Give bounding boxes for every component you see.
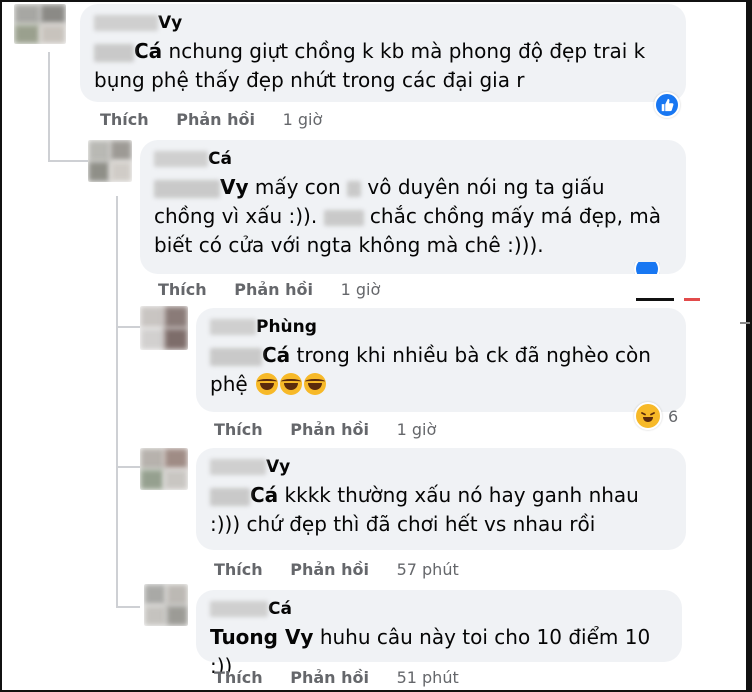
comment-timestamp[interactable]: 51 phút bbox=[397, 668, 459, 687]
mention-tag[interactable]: Cá bbox=[250, 483, 278, 507]
comment-bubble: Vy Cá nchung giựt chồng k kb mà phong độ… bbox=[80, 4, 686, 102]
comment-text: Cá nchung giựt chồng k kb mà phong độ đẹ… bbox=[94, 39, 646, 92]
thread-line bbox=[116, 196, 118, 608]
avatar[interactable] bbox=[144, 584, 188, 626]
comment-actions: Thích Phản hồi 1 giờ bbox=[100, 110, 344, 129]
cropped-edge-mark bbox=[684, 298, 700, 301]
mention-tag[interactable]: Cá bbox=[262, 343, 290, 367]
reaction-count: 6 bbox=[668, 406, 679, 426]
comment-timestamp[interactable]: 1 giờ bbox=[283, 110, 323, 129]
comment-author[interactable]: Vy bbox=[210, 456, 672, 478]
reply-button[interactable]: Phản hồi bbox=[290, 560, 369, 579]
mention-tag[interactable]: Tuong Vy bbox=[210, 625, 313, 649]
reply-button[interactable]: Phản hồi bbox=[290, 668, 369, 687]
comment-bubble: Cá Vy mấy con vô duyên nói ng ta giấu ch… bbox=[140, 140, 686, 274]
comment-bubble: Cá Tuong Vy huhu câu này toi cho 10 điểm… bbox=[196, 590, 682, 678]
comment-text: Vy mấy con vô duyên nói ng ta giấu chồng… bbox=[154, 175, 662, 257]
like-button[interactable]: Thích bbox=[100, 110, 149, 129]
rolling-laughing-emoji bbox=[304, 373, 327, 395]
comment-timestamp[interactable]: 1 giờ bbox=[341, 280, 381, 299]
comment-text: Cá kkkk thường xấu nó hay ganh nhau :)))… bbox=[210, 483, 639, 536]
like-button[interactable]: Thích bbox=[214, 420, 263, 439]
mention-tag[interactable]: Cá bbox=[134, 39, 162, 63]
cropped-edge-mark bbox=[636, 298, 674, 301]
comment-actions: Thích Phản hồi 57 phút bbox=[214, 560, 481, 579]
thread-line bbox=[48, 160, 88, 162]
rolling-laughing-emoji bbox=[280, 373, 303, 395]
avatar[interactable] bbox=[140, 448, 188, 490]
comment-timestamp[interactable]: 1 giờ bbox=[397, 420, 437, 439]
reply-button[interactable]: Phản hồi bbox=[290, 420, 369, 439]
like-reaction-icon bbox=[654, 92, 680, 118]
comment-text: Cá trong khi nhiều bà ck đã nghèo còn ph… bbox=[210, 343, 651, 396]
reaction-summary[interactable]: 6 bbox=[634, 402, 678, 430]
avatar[interactable] bbox=[14, 4, 66, 44]
reply-button[interactable]: Phản hồi bbox=[234, 280, 313, 299]
comment-bubble: Phùng Cá trong khi nhiều bà ck đã nghèo … bbox=[196, 308, 686, 412]
thread-line bbox=[116, 326, 140, 328]
mention-tag[interactable]: Vy bbox=[220, 175, 249, 199]
thread-line bbox=[48, 52, 50, 162]
comment-actions: Thích Phản hồi 51 phút bbox=[214, 668, 481, 687]
comment-author[interactable]: Phùng bbox=[210, 316, 672, 338]
rolling-laughing-emoji bbox=[256, 373, 279, 395]
like-button[interactable]: Thích bbox=[214, 560, 263, 579]
avatar[interactable] bbox=[140, 306, 188, 350]
haha-reaction-icon bbox=[634, 402, 662, 430]
like-reaction-icon bbox=[634, 262, 660, 274]
thread-line bbox=[116, 606, 140, 608]
comment-actions: Thích Phản hồi 1 giờ bbox=[158, 280, 402, 299]
comment-timestamp[interactable]: 57 phút bbox=[397, 560, 459, 579]
cropped-edge-mark bbox=[740, 322, 750, 324]
comment-actions: Thích Phản hồi 1 giờ bbox=[214, 420, 458, 439]
comment-author[interactable]: Cá bbox=[154, 148, 672, 170]
comment-author[interactable]: Vy bbox=[94, 12, 672, 34]
like-button[interactable]: Thích bbox=[158, 280, 207, 299]
reaction-summary[interactable] bbox=[634, 262, 660, 274]
comment-author[interactable]: Cá bbox=[210, 598, 668, 620]
avatar[interactable] bbox=[88, 140, 132, 182]
reaction-summary[interactable] bbox=[654, 92, 680, 118]
reply-button[interactable]: Phản hồi bbox=[176, 110, 255, 129]
comment-bubble: Vy Cá kkkk thường xấu nó hay ganh nhau :… bbox=[196, 448, 686, 550]
thread-line bbox=[116, 466, 140, 468]
like-button[interactable]: Thích bbox=[214, 668, 263, 687]
